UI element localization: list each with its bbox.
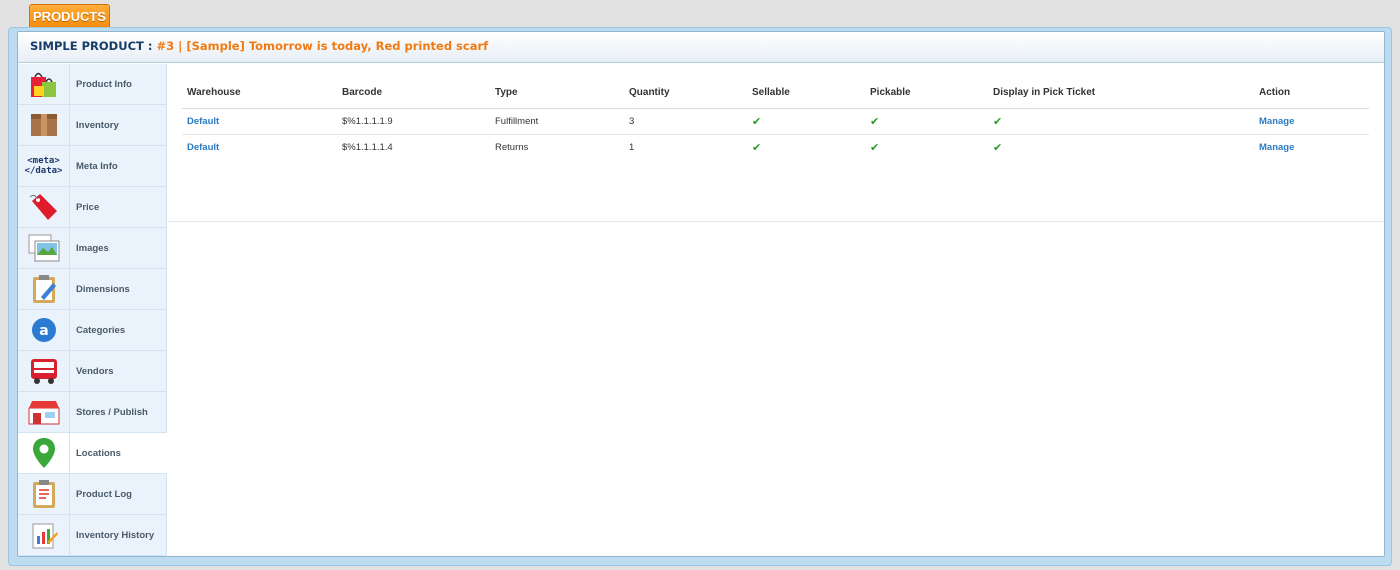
shopping-bags-icon: [18, 64, 70, 104]
sidebar-item-inventory[interactable]: Inventory: [18, 105, 167, 146]
sidebar-item-categories[interactable]: a Categories: [18, 310, 167, 351]
display-check-icon: ✔: [993, 141, 1003, 154]
sidebar-item-label: Product Log: [76, 488, 132, 500]
manage-link[interactable]: Manage: [1259, 116, 1294, 127]
sidebar-item-vendors[interactable]: Vendors: [18, 351, 167, 392]
log-clipboard-icon: [18, 474, 70, 514]
column-header-quantity: Quantity: [624, 78, 747, 109]
locations-content: Warehouse Barcode Type Quantity Sellable…: [168, 64, 1384, 222]
product-panel: SIMPLE PRODUCT : #3 | [Sample] Tomorrow …: [17, 31, 1385, 557]
sidebar-item-label: Dimensions: [76, 283, 130, 295]
storefront-icon: [18, 392, 70, 432]
table-row: Default $%1.1.1.1.4 Returns 1 ✔ ✔ ✔ Mana…: [182, 134, 1369, 160]
column-header-sellable: Sellable: [747, 78, 865, 109]
category-a-icon: a: [18, 310, 70, 350]
sidebar-item-label: Images: [76, 242, 109, 254]
quantity-cell: 3: [624, 108, 747, 135]
table-row: Default $%1.1.1.1.9 Fulfillment 3 ✔ ✔ ✔ …: [182, 108, 1369, 135]
sidebar-item-label: Vendors: [76, 365, 114, 377]
images-icon: [18, 228, 70, 268]
svg-text:a: a: [39, 323, 48, 339]
manage-link[interactable]: Manage: [1259, 142, 1294, 153]
sidebar-item-label: Meta Info: [76, 160, 118, 172]
map-pin-icon: [18, 433, 70, 473]
sellable-check-icon: ✔: [752, 141, 762, 154]
warehouse-link[interactable]: Default: [187, 116, 219, 127]
sidebar-item-stores-publish[interactable]: Stores / Publish: [18, 392, 167, 433]
sidebar-item-inventory-history[interactable]: Inventory History: [18, 515, 167, 556]
product-type-label: SIMPLE PRODUCT :: [30, 39, 153, 53]
pickable-check-icon: ✔: [870, 115, 880, 128]
display-check-icon: ✔: [993, 115, 1003, 128]
barcode-cell: $%1.1.1.1.4: [342, 141, 393, 153]
sidebar-item-locations[interactable]: Locations: [18, 433, 167, 474]
products-tab[interactable]: PRODUCTS: [29, 4, 110, 29]
sidebar-item-meta-info[interactable]: <meta> </data> Meta Info: [18, 146, 167, 187]
type-cell: Fulfillment: [490, 108, 624, 135]
history-chart-icon: [18, 515, 70, 555]
sidebar: Product Info Inventory <meta> </data> Met…: [18, 64, 167, 556]
sidebar-item-price[interactable]: Price: [18, 187, 167, 228]
clipboard-pencil-icon: [18, 269, 70, 309]
column-header-type: Type: [490, 78, 624, 109]
sidebar-item-label: Inventory: [76, 119, 119, 131]
sidebar-item-label: Stores / Publish: [76, 406, 148, 418]
column-header-action: Action: [1254, 78, 1369, 109]
column-header-barcode: Barcode: [337, 78, 490, 109]
quantity-cell: 1: [629, 141, 635, 153]
truck-icon: [18, 351, 70, 391]
panel-header: SIMPLE PRODUCT : #3 | [Sample] Tomorrow …: [18, 32, 1384, 63]
meta-data-icon: <meta> </data>: [18, 146, 70, 186]
sidebar-item-label: Inventory History: [76, 529, 155, 541]
locations-table: Warehouse Barcode Type Quantity Sellable…: [182, 78, 1369, 160]
product-title: #3 | [Sample] Tomorrow is today, Red pri…: [156, 39, 489, 53]
sidebar-item-product-info[interactable]: Product Info: [18, 64, 167, 105]
column-header-pickable: Pickable: [865, 78, 988, 109]
box-icon: [18, 105, 70, 145]
column-header-display-in-pick-ticket: Display in Pick Ticket: [988, 78, 1254, 109]
sidebar-item-label: Price: [76, 201, 100, 213]
sidebar-item-dimensions[interactable]: Dimensions: [18, 269, 167, 310]
table-header-row: Warehouse Barcode Type Quantity Sellable…: [182, 78, 1369, 109]
barcode-cell: $%1.1.1.1.9: [337, 108, 490, 135]
sidebar-item-label: Categories: [76, 324, 126, 336]
sellable-check-icon: ✔: [752, 115, 762, 128]
price-tag-icon: [18, 187, 70, 227]
sidebar-item-label: Product Info: [76, 78, 132, 90]
type-cell: Returns: [495, 141, 529, 153]
sidebar-item-product-log[interactable]: Product Log: [18, 474, 167, 515]
column-header-warehouse: Warehouse: [182, 78, 337, 109]
sidebar-item-label: Locations: [76, 447, 121, 459]
warehouse-link[interactable]: Default: [187, 142, 219, 153]
pickable-check-icon: ✔: [870, 141, 880, 154]
sidebar-item-images[interactable]: Images: [18, 228, 167, 269]
